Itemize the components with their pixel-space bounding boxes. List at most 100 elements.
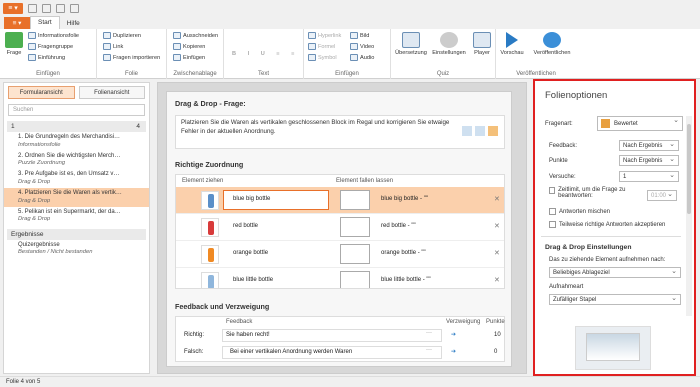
video-icon[interactable] [475, 126, 485, 136]
fragengruppe-button[interactable]: Fragengruppe [28, 43, 73, 50]
delete-icon[interactable]: ✕ [494, 195, 500, 203]
group-veroeffentlichen: Vorschau Veröffentlichen Veröffentlichen [496, 29, 576, 79]
audio-button[interactable]: Audio [350, 54, 374, 61]
fragen-importieren-button[interactable]: Fragen importieren [103, 54, 160, 61]
vorschau-button[interactable]: Vorschau [492, 32, 532, 56]
audio-icon [350, 54, 358, 61]
feedback-select[interactable]: Nach Ergebnis [619, 140, 679, 151]
hyperlink-icon [308, 32, 316, 39]
symbol-button[interactable]: Symbol [308, 54, 337, 61]
gear-icon [440, 32, 458, 48]
zeitlimit-checkbox[interactable]: Zeitlimit, um die Frage zu beantworten: [549, 187, 644, 199]
slide-item[interactable]: 5. Pelikan ist ein Supermarkt, der da… Dr… [4, 207, 149, 226]
product-image [201, 245, 219, 264]
video-button[interactable]: Video [350, 43, 374, 50]
slide-item-selected[interactable]: 4. Platzieren Sie die Waren als vertik… D… [4, 188, 149, 207]
fb-label: Richtig: [184, 332, 205, 338]
punkte-select[interactable]: Nach Ergebnis [619, 155, 679, 166]
slide-item[interactable]: 3. Pre Aufgabe ist es, den Umsatz v… Drag… [4, 169, 149, 188]
player-icon [473, 32, 491, 48]
pane-title: Folienoptionen [545, 90, 608, 101]
tab-hilfe[interactable]: Hilfe [60, 18, 87, 29]
drop-target[interactable] [340, 271, 370, 288]
duplizieren-button[interactable]: Duplizieren [103, 32, 141, 39]
drop-target[interactable] [340, 217, 370, 237]
more-button[interactable]: ··· [426, 347, 432, 353]
branch-arrow-icon[interactable]: ➔ [451, 331, 456, 338]
hyperlink-button[interactable]: Hyperlink [308, 32, 341, 39]
fragenart-select[interactable]: Bewertet [597, 116, 683, 131]
audio-icon[interactable] [488, 126, 498, 136]
table-row[interactable]: blue little bottle blue little bottle - … [176, 268, 504, 288]
globe-icon [543, 32, 561, 48]
results-item[interactable]: Quizergebnisse Bestanden / Nicht bestande… [4, 240, 149, 259]
redo-icon[interactable] [70, 3, 79, 13]
image-icon[interactable] [462, 126, 472, 136]
import-icon [103, 54, 111, 61]
slide-icon [28, 32, 36, 39]
zeit-input[interactable]: 01:00 [647, 190, 677, 201]
group-folie: Duplizieren Link Fragen importieren Foli… [97, 29, 167, 79]
dd-select[interactable]: Beliebiges Ablageziel [549, 267, 681, 278]
branch-arrow-icon[interactable]: ➔ [451, 348, 456, 355]
duplicate-icon [103, 32, 111, 39]
feedback-header: Feedback und Verzweigung [175, 302, 270, 311]
play-icon [506, 32, 518, 48]
bild-button[interactable]: Bild [350, 32, 369, 39]
more-button[interactable]: ··· [426, 330, 432, 336]
export-icon[interactable] [42, 3, 51, 13]
group-icon [28, 43, 36, 50]
kopieren-button[interactable]: Kopieren [173, 43, 205, 50]
text-format-buttons[interactable]: B I U ≡ ≡ [232, 51, 299, 57]
aufnahme-select[interactable]: Zufälliger Stapel [549, 294, 681, 305]
delete-icon[interactable]: ✕ [494, 222, 500, 230]
image-icon [350, 32, 358, 39]
informationsfolie-button[interactable]: Informationsfolie [28, 32, 79, 39]
fb-label: Falsch: [184, 349, 204, 355]
versuche-select[interactable]: 1 [619, 171, 679, 182]
question-icon [5, 32, 23, 48]
group-einfuegen: Frage Informationsfolie Fragengruppe Ein… [0, 29, 97, 79]
app-menu-button[interactable]: ≡ ▾ [3, 2, 23, 14]
table-row[interactable]: orange bottle orange bottle - "" ✕ [176, 241, 504, 268]
group-einfuegen2: Hyperlink Formel Symbol Bild Video Audio… [304, 29, 391, 79]
antworten-mischen-checkbox[interactable]: Antworten mischen [549, 208, 610, 215]
search-input[interactable]: Suchen [8, 104, 145, 116]
section-header-1[interactable]: 14 [7, 121, 146, 132]
einfuegen-button[interactable]: Einfügen [173, 54, 205, 61]
einfuehrung-button[interactable]: Einführung [28, 54, 65, 61]
undo-icon[interactable] [56, 3, 65, 13]
tab-start[interactable]: Start [30, 16, 60, 29]
slide-options-pane: Folienoptionen Fragenart: Bewertet Feedb… [533, 79, 696, 376]
uebersetzung-button[interactable]: Übersetzung [391, 32, 431, 56]
tab-folienansicht[interactable]: Folienansicht [78, 86, 145, 99]
veroeffentlichen-button[interactable]: Veröffentlichen [532, 32, 572, 56]
drop-target[interactable] [340, 190, 370, 210]
question-text-field[interactable]: Platzieren Sie die Waren als vertikalen … [175, 115, 505, 149]
tab-formularansicht[interactable]: Formularansicht [8, 86, 75, 99]
drop-target[interactable] [340, 244, 370, 264]
slide-list-pane: Formularansicht Folienansicht Suchen 14 … [3, 82, 150, 374]
ausschneiden-button[interactable]: Ausschneiden [173, 32, 218, 39]
section-header-ergebnisse[interactable]: Ergebnisse [7, 228, 146, 240]
formula-icon [308, 43, 316, 50]
formel-button[interactable]: Formel [308, 43, 335, 50]
table-row[interactable]: blue big bottle blue big bottle - "" ✕ [176, 187, 504, 214]
graded-icon [601, 119, 610, 128]
slide-item[interactable]: 2. Ordnen Sie die wichtigsten Merch… Puzz… [4, 151, 149, 170]
file-tab[interactable]: ≡ ▾ [4, 17, 30, 29]
table-row[interactable]: red bottle red bottle - "" ✕ [176, 214, 504, 241]
scrollbar[interactable] [686, 116, 692, 316]
teilweise-checkbox[interactable]: Teilweise richtige Antworten akzeptieren [549, 221, 665, 228]
link-button[interactable]: Link [103, 43, 123, 50]
question-header: Drag & Drop - Frage: [175, 99, 246, 108]
slide-item[interactable]: 1. Die Grundregeln des Merchandisi… Infor… [4, 132, 149, 151]
slide-thumbnail[interactable] [575, 326, 651, 370]
delete-icon[interactable]: ✕ [494, 249, 500, 257]
match-header: Richtige Zuordnung [175, 160, 244, 169]
cut-icon [173, 32, 181, 39]
match-table: Element ziehen Element fallen lassen blu… [175, 174, 505, 289]
save-icon[interactable] [28, 3, 37, 13]
delete-icon[interactable]: ✕ [494, 276, 500, 284]
group-zwischenablage: Ausschneiden Kopieren Einfügen Zwischena… [167, 29, 224, 79]
